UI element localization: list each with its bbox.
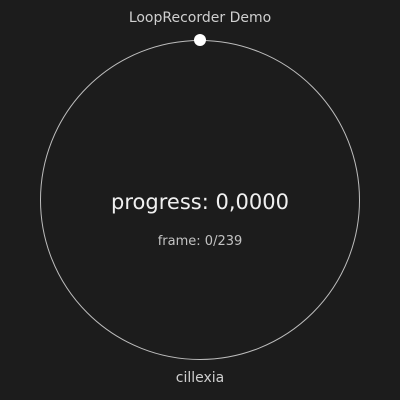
author-credit: cillexia <box>175 370 225 386</box>
progress-readout: progress: 0,0000 <box>111 190 289 214</box>
progress-marker-dot <box>194 34 206 46</box>
demo-title: LoopRecorder Demo <box>128 10 272 26</box>
frame-counter: frame: 0/239 <box>157 234 243 249</box>
canvas-stage: LoopRecorder Demo progress: 0,0000 frame… <box>0 0 400 400</box>
